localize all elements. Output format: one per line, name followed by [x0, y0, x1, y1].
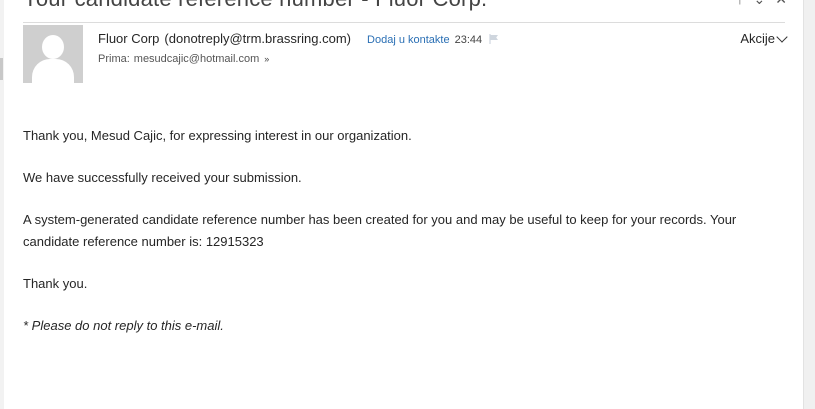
- message-toolbar: ↑ ⌄ ✕: [737, 0, 787, 6]
- body-paragraph-thanks: Thank you.: [23, 276, 88, 291]
- body-paragraph-disclaimer: * Please do not reply to this e-mail.: [23, 318, 224, 333]
- avatar-shoulders: [32, 59, 74, 83]
- chevron-down-icon: [776, 30, 788, 43]
- scrollbar-track[interactable]: [803, 0, 815, 409]
- header-divider: [23, 22, 785, 23]
- recipient-label: Prima:: [98, 53, 130, 65]
- sent-time: 23:44: [454, 34, 483, 46]
- sender-avatar: [23, 25, 83, 83]
- person-silhouette-icon: [42, 35, 64, 59]
- email-reading-pane: Your candidate reference number - Fluor …: [0, 0, 815, 409]
- body-paragraph-received: We have successfully received your submi…: [23, 170, 302, 185]
- email-body: Thank you, Mesud Cajic, for expressing i…: [23, 125, 793, 357]
- chevron-down-icon[interactable]: ⌄: [754, 0, 766, 6]
- close-icon[interactable]: ✕: [775, 0, 787, 6]
- add-contact-link[interactable]: Dodaj u kontakte: [367, 34, 450, 46]
- sender-email[interactable]: (donotreply@trm.brassring.com): [164, 31, 351, 46]
- recipient-email[interactable]: mesudcajic@hotmail.com: [134, 53, 260, 65]
- recipient-line: Prima: mesudcajic@hotmail.com »: [98, 53, 269, 65]
- up-arrow-icon[interactable]: ↑: [737, 0, 744, 6]
- email-subject: Your candidate reference number - Fluor …: [23, 0, 487, 12]
- body-paragraph-greeting: Thank you, Mesud Cajic, for expressing i…: [23, 128, 412, 143]
- sender-line: Fluor Corp (donotreply@trm.brassring.com…: [98, 31, 499, 46]
- sender-name[interactable]: Fluor Corp: [98, 31, 159, 46]
- flag-icon[interactable]: [489, 32, 499, 44]
- left-pane-marker: [0, 58, 3, 80]
- actions-menu-button[interactable]: Akcije: [740, 30, 788, 46]
- double-chevron-down-icon[interactable]: »: [264, 54, 269, 64]
- body-paragraph-reference: A system-generated candidate reference n…: [23, 212, 737, 249]
- actions-label: Akcije: [740, 31, 775, 46]
